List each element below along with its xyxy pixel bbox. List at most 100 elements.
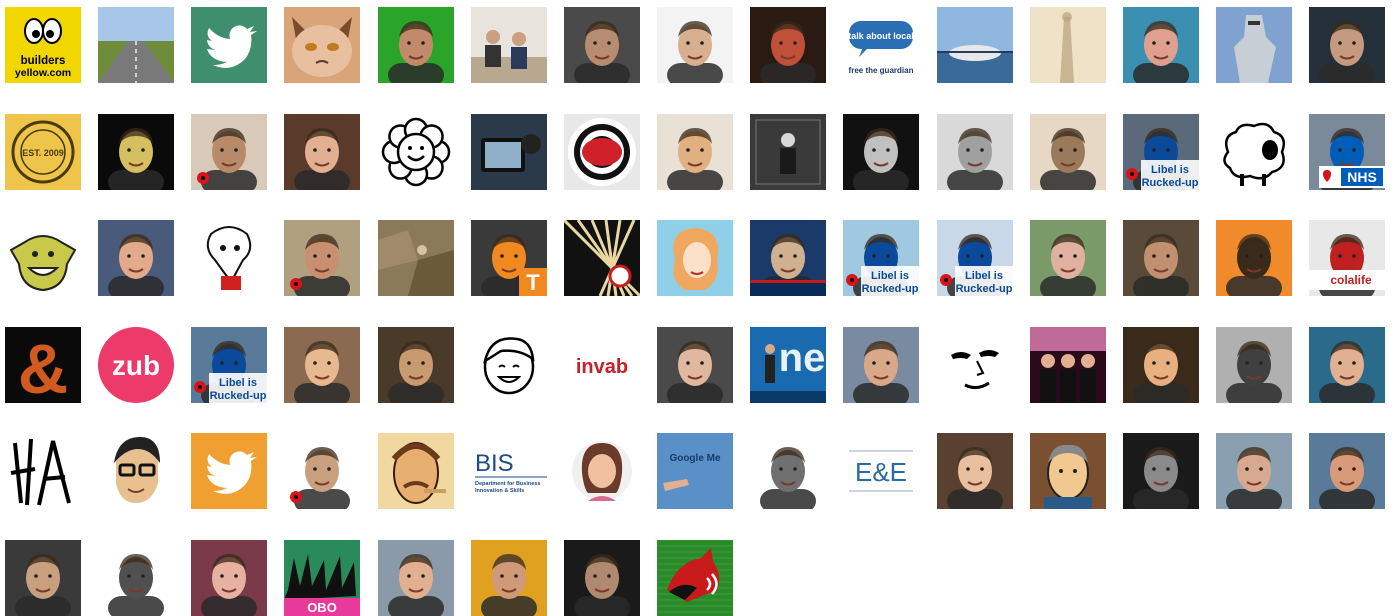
avatar-link[interactable]: [5, 220, 81, 296]
avatar-link[interactable]: [564, 540, 640, 616]
avatar-image: [1309, 433, 1385, 509]
avatar-link[interactable]: [378, 540, 454, 616]
avatar-link[interactable]: [937, 114, 1013, 190]
avatar-link[interactable]: [1216, 220, 1292, 296]
avatar-link[interactable]: [191, 220, 267, 296]
avatar-link[interactable]: T: [471, 220, 547, 296]
avatar-image: [937, 114, 1013, 190]
avatar-link[interactable]: [657, 327, 733, 403]
avatar-link[interactable]: EST. 2009: [5, 114, 81, 190]
svg-text:&: &: [18, 330, 69, 403]
avatar-link[interactable]: [1030, 114, 1106, 190]
avatar-link[interactable]: [750, 433, 826, 509]
avatar-link[interactable]: [471, 327, 547, 403]
avatar-link[interactable]: [1030, 327, 1106, 403]
avatar-link[interactable]: [98, 220, 174, 296]
avatar-link[interactable]: [937, 433, 1013, 509]
avatar-link[interactable]: [1123, 433, 1199, 509]
avatar-link[interactable]: Libel is Rucked-up: [1123, 114, 1199, 190]
avatar-link[interactable]: ne: [750, 327, 826, 403]
avatar-link[interactable]: [564, 114, 640, 190]
avatar-link[interactable]: [1030, 433, 1106, 509]
avatar-link[interactable]: Google Me: [657, 433, 733, 509]
avatar-link[interactable]: [191, 7, 267, 83]
avatar-link[interactable]: E&E: [843, 433, 919, 509]
avatar-link[interactable]: OBO: [284, 540, 360, 616]
avatar-image: [378, 540, 454, 616]
avatar-link[interactable]: [1123, 220, 1199, 296]
avatar-link[interactable]: [564, 220, 640, 296]
avatar-link[interactable]: talk about local free the guardian: [843, 7, 919, 83]
avatar-link[interactable]: [937, 327, 1013, 403]
avatar-image: [284, 7, 360, 83]
avatar-link[interactable]: &: [5, 327, 81, 403]
avatar-image: invab: [564, 327, 640, 403]
avatar-link[interactable]: [5, 433, 81, 509]
avatar-link[interactable]: Libel is Rucked-up: [191, 327, 267, 403]
avatar-link[interactable]: [284, 433, 360, 509]
avatar-link[interactable]: [750, 7, 826, 83]
avatar-link[interactable]: [1216, 327, 1292, 403]
avatar-link[interactable]: [471, 540, 547, 616]
avatar-link[interactable]: invab: [564, 327, 640, 403]
avatar-image: Google Me: [657, 433, 733, 509]
avatar-link[interactable]: [378, 433, 454, 509]
avatar-link[interactable]: [284, 114, 360, 190]
avatar-link[interactable]: [1030, 220, 1106, 296]
avatar-link[interactable]: [564, 7, 640, 83]
avatar-image: [98, 7, 174, 83]
avatar-image: [1216, 7, 1292, 83]
avatar-link[interactable]: [98, 114, 174, 190]
avatar-image: [657, 540, 733, 616]
avatar-link[interactable]: [1216, 7, 1292, 83]
avatar-link[interactable]: [191, 540, 267, 616]
avatar-link[interactable]: Libel is Rucked-up: [843, 220, 919, 296]
avatar-link[interactable]: [284, 220, 360, 296]
avatar-link[interactable]: [657, 7, 733, 83]
avatar-link[interactable]: [843, 114, 919, 190]
avatar-link[interactable]: [1309, 327, 1385, 403]
avatar-link[interactable]: [1309, 7, 1385, 83]
avatar-link[interactable]: BIS Department for Business Innovation & S…: [471, 433, 547, 509]
avatar-link[interactable]: [750, 220, 826, 296]
avatar-link[interactable]: [5, 540, 81, 616]
avatar-link[interactable]: [284, 7, 360, 83]
avatar-link[interactable]: [1309, 433, 1385, 509]
avatar-link[interactable]: [564, 433, 640, 509]
avatar-link[interactable]: [657, 540, 733, 616]
avatar-link[interactable]: [1216, 114, 1292, 190]
avatar-link[interactable]: colalife: [1309, 220, 1385, 296]
svg-text:Google Me: Google Me: [669, 453, 721, 464]
avatar-link[interactable]: [750, 114, 826, 190]
avatar-link[interactable]: [471, 7, 547, 83]
avatar-link[interactable]: [937, 7, 1013, 83]
avatar-link[interactable]: [1123, 327, 1199, 403]
avatar-link[interactable]: [98, 7, 174, 83]
avatar-link[interactable]: [191, 433, 267, 509]
avatar-link[interactable]: zub: [98, 327, 174, 403]
avatar-link[interactable]: [471, 114, 547, 190]
avatar-link[interactable]: [191, 114, 267, 190]
svg-text:invab: invab: [576, 356, 628, 378]
avatar-image: [5, 540, 81, 616]
avatar-link[interactable]: NHS: [1309, 114, 1385, 190]
avatar-link[interactable]: [378, 114, 454, 190]
avatar-image: &: [5, 327, 81, 403]
avatar-link[interactable]: [1216, 433, 1292, 509]
avatar-link[interactable]: [657, 114, 733, 190]
avatar-link[interactable]: Libel is Rucked-up: [937, 220, 1013, 296]
avatar-link[interactable]: [1123, 7, 1199, 83]
avatar-link[interactable]: [98, 433, 174, 509]
avatar-link[interactable]: [1030, 7, 1106, 83]
avatar-link[interactable]: [98, 540, 174, 616]
avatar-link[interactable]: [657, 220, 733, 296]
avatar-link[interactable]: [378, 220, 454, 296]
avatar-link[interactable]: [284, 327, 360, 403]
avatar-image: [564, 220, 640, 296]
avatar-link[interactable]: builders yellow.com: [5, 7, 81, 83]
avatar-link[interactable]: [843, 327, 919, 403]
avatar-image: [471, 7, 547, 83]
svg-text:builders: builders: [21, 55, 66, 67]
avatar-link[interactable]: [378, 7, 454, 83]
avatar-link[interactable]: [378, 327, 454, 403]
